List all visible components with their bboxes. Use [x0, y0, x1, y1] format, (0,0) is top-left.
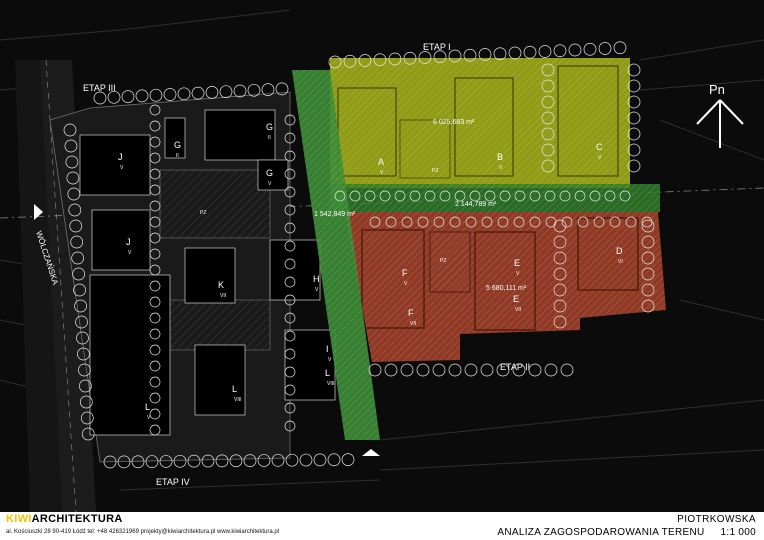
building-floors: VI: [618, 259, 623, 265]
building-floors: VIII: [327, 381, 335, 387]
tree-canopy: [341, 453, 355, 466]
building-letter: F: [408, 308, 414, 318]
pz-label: PZ: [432, 168, 438, 174]
logo-kiwi: KIWI: [6, 513, 32, 525]
tree-canopy: [205, 86, 219, 99]
building-letter: G: [174, 140, 181, 150]
stage-label-etap-2: ETAP II: [500, 362, 530, 372]
building-letter: A: [378, 157, 384, 167]
building-letter: H: [313, 274, 320, 284]
tree-canopy: [299, 453, 313, 467]
building-letter: C: [596, 142, 603, 152]
building-floors: II: [268, 135, 271, 141]
project-name: PIOTRKOWSKA: [677, 514, 756, 525]
building-letter: L: [232, 384, 237, 394]
tree-canopy: [400, 363, 414, 377]
tree-canopy: [528, 363, 542, 377]
building-letter: G: [266, 168, 273, 178]
tree-canopy: [538, 45, 552, 58]
tree-canopy: [177, 87, 191, 101]
tree-canopy: [416, 363, 430, 377]
tree-canopy: [613, 41, 627, 55]
tree-canopy: [480, 363, 494, 377]
tree-canopy: [568, 43, 582, 57]
building-letter: J: [118, 152, 123, 162]
tree-canopy: [219, 85, 233, 99]
tree-canopy: [163, 88, 177, 101]
stage-label-etap-4: ETAP IV: [156, 477, 190, 487]
stage-label-etap-3: ETAP III: [83, 83, 116, 93]
tree-canopy: [583, 42, 597, 56]
building-letter: L: [325, 368, 330, 378]
area-label-road: 1 542,849 m²: [314, 211, 356, 218]
sheet-title: ANALIZA ZAGOSPODAROWANIA TERENU: [497, 527, 705, 538]
tree-canopy: [523, 45, 537, 59]
building-floors: VIII: [234, 397, 242, 403]
tree-canopy: [464, 363, 478, 377]
tree-canopy: [384, 363, 398, 377]
zone-etap-1: [330, 58, 630, 188]
sheet-scale: 1:1 000: [720, 527, 756, 538]
north-arrow-icon: [696, 99, 744, 148]
building-letter: B: [497, 152, 503, 162]
logo-architektura: ARCHITEKTURA: [31, 513, 123, 525]
tree-canopy: [448, 363, 462, 377]
building-floors: VII: [220, 293, 226, 299]
west-blocks: [49, 91, 336, 463]
area-label-etap-2: 5 680,111 m²: [486, 285, 527, 292]
tree-canopy: [233, 84, 247, 98]
building-letter: E: [513, 294, 519, 304]
company-contact: al. Kościuszki 28 90-419 Łódź tel: +48 4…: [6, 529, 280, 535]
building-letter: F: [402, 268, 408, 278]
sheet-title-row: ANALIZA ZAGOSPODAROWANIA TERENU 1:1 000: [497, 527, 756, 538]
stage-label-etap-1: ETAP I: [423, 42, 451, 52]
pz-label: PZ: [200, 210, 206, 216]
tree-canopy: [313, 453, 327, 467]
site-plan: AVBVCVDVIEVEVIIFVFVIIGIIGIIGVHVIVJVJVKVI…: [0, 9, 764, 512]
tree-canopy: [493, 47, 507, 61]
building-letter: I: [326, 344, 329, 354]
building-letter: J: [126, 237, 131, 247]
tree-canopy: [368, 363, 382, 377]
entry-arrow-south: [362, 449, 380, 456]
building-letter: L: [145, 402, 150, 412]
building-floors: II: [176, 153, 179, 159]
tree-canopy: [560, 363, 574, 377]
north-label: Pn: [709, 82, 725, 97]
tree-canopy: [93, 91, 107, 105]
tree-canopy: [432, 363, 446, 377]
tree-canopy: [327, 453, 341, 467]
title-block: KIWIARCHITEKTURA al. Kościuszki 28 90-41…: [0, 512, 764, 540]
tree-canopy: [544, 363, 558, 377]
tree-canopy: [191, 86, 205, 100]
tree-canopy: [553, 44, 567, 58]
company-logo: KIWIARCHITEKTURA: [6, 513, 123, 525]
tree-canopy: [107, 90, 121, 104]
tree-canopy: [135, 89, 149, 103]
building-letter: D: [616, 246, 623, 256]
tree-canopy: [149, 88, 163, 102]
building-floors: VII: [515, 307, 521, 313]
building-letter: G: [266, 122, 273, 132]
tree-canopy: [285, 453, 299, 467]
area-label-etap-1: 6 025,663 m²: [433, 119, 475, 126]
building-floors: VII: [410, 321, 416, 327]
area-label-green-belt: 2 144,789 m²: [455, 201, 497, 208]
tree-canopy: [598, 42, 612, 55]
building-letter: E: [514, 258, 520, 268]
tree-canopy: [121, 90, 135, 103]
pz-label: PZ: [440, 258, 446, 264]
tree-canopy: [508, 46, 522, 60]
building-letter: K: [218, 280, 224, 290]
